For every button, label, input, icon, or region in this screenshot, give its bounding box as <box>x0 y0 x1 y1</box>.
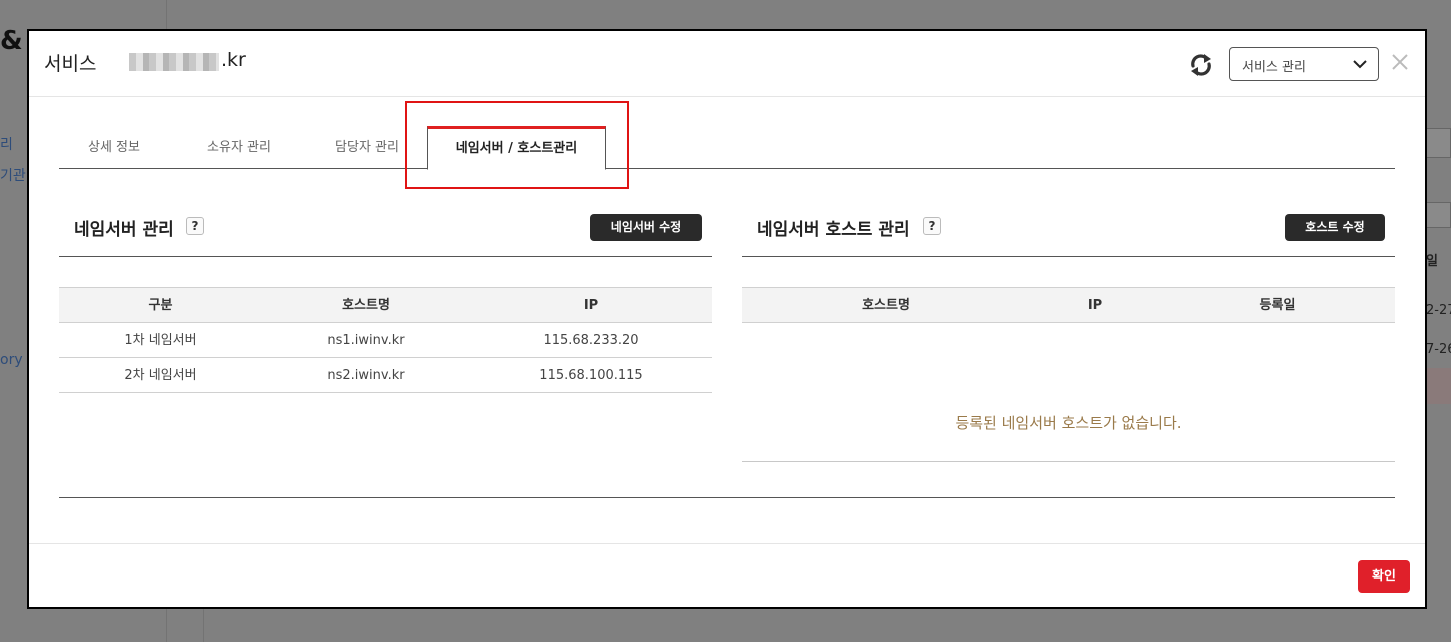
background-logo-text: & <box>0 26 23 56</box>
background-table-cell: 2-27 <box>1426 303 1451 318</box>
table-cell: 1차 네임서버 <box>124 333 197 348</box>
table-row: 2차 네임서버 ns2.iwinv.kr 115.68.100.115 <box>59 358 712 393</box>
modal-footer: 확인 <box>29 543 1425 609</box>
column-header: 구분 <box>148 298 173 313</box>
column-header: 등록일 <box>1259 298 1296 313</box>
table-header: 호스트명 IP 등록일 <box>742 287 1395 323</box>
service-select-value: 서비스 관리 <box>1242 60 1306 75</box>
table-cell: ns2.iwinv.kr <box>327 368 405 383</box>
background-input <box>1426 128 1451 158</box>
background-input <box>1426 202 1451 228</box>
help-icon[interactable]: ? <box>923 217 941 235</box>
confirm-button[interactable]: 확인 <box>1358 560 1410 593</box>
background-table-cell: 7-26 <box>1426 342 1451 357</box>
column-header: 호스트명 <box>342 298 390 313</box>
service-modal: 서비스 .kr 서비스 관리 상세 정보 소유자 관리 담당자 관리 네임서버 … <box>27 29 1427 609</box>
table-cell: 115.68.100.115 <box>539 368 643 383</box>
table-row: 1차 네임서버 ns1.iwinv.kr 115.68.233.20 <box>59 323 712 358</box>
host-panel-title: 네임서버 호스트 관리 <box>757 220 910 240</box>
edit-host-button[interactable]: 호스트 수정 <box>1285 214 1385 241</box>
nameserver-table: 구분 호스트명 IP 1차 네임서버 ns1.iwinv.kr 115.68.2… <box>59 287 712 393</box>
chevron-down-icon <box>1352 56 1368 72</box>
table-cell: 115.68.233.20 <box>543 333 639 348</box>
tab-contact-management[interactable]: 담당자 관리 <box>317 126 417 169</box>
background-menu-item: 리 <box>0 137 13 153</box>
table-cell: ns1.iwinv.kr <box>327 333 405 348</box>
modal-title: 서비스 <box>44 53 97 75</box>
background-table-row <box>1426 368 1451 404</box>
column-header: 호스트명 <box>862 298 910 313</box>
panel-divider <box>742 256 1395 257</box>
domain-name-redacted <box>129 53 219 71</box>
refresh-icon[interactable] <box>1187 51 1215 79</box>
domain-suffix: .kr <box>221 49 246 71</box>
table-cell: 2차 네임서버 <box>124 368 197 383</box>
table-header: 구분 호스트명 IP <box>59 287 712 323</box>
tab-owner-management[interactable]: 소유자 관리 <box>189 126 289 169</box>
background-menu-item: ory <box>0 352 23 368</box>
nameserver-panel-title: 네임서버 관리 <box>74 220 174 240</box>
service-select[interactable]: 서비스 관리 <box>1229 47 1379 81</box>
column-header: IP <box>583 298 599 313</box>
tab-detail-info[interactable]: 상세 정보 <box>59 126 169 169</box>
empty-state-message: 등록된 네임서버 호스트가 없습니다. <box>955 414 1182 432</box>
close-icon[interactable] <box>1389 51 1411 73</box>
panel-divider <box>59 256 712 257</box>
background-table-header: 일 <box>1426 254 1438 269</box>
modal-header: 서비스 .kr 서비스 관리 <box>29 31 1425 97</box>
content-bottom-divider <box>59 497 1395 498</box>
tab-bar: 상세 정보 소유자 관리 담당자 관리 네임서버 / 호스트관리 <box>59 126 1395 170</box>
column-header: IP <box>1087 298 1103 313</box>
edit-nameserver-button[interactable]: 네임서버 수정 <box>590 214 702 241</box>
host-table: 호스트명 IP 등록일 <box>742 287 1395 323</box>
tab-nameserver-host[interactable]: 네임서버 / 호스트관리 <box>427 126 606 170</box>
help-icon[interactable]: ? <box>186 217 204 235</box>
background-menu-item: 기관 <box>0 168 26 184</box>
table-bottom-divider <box>742 461 1395 462</box>
